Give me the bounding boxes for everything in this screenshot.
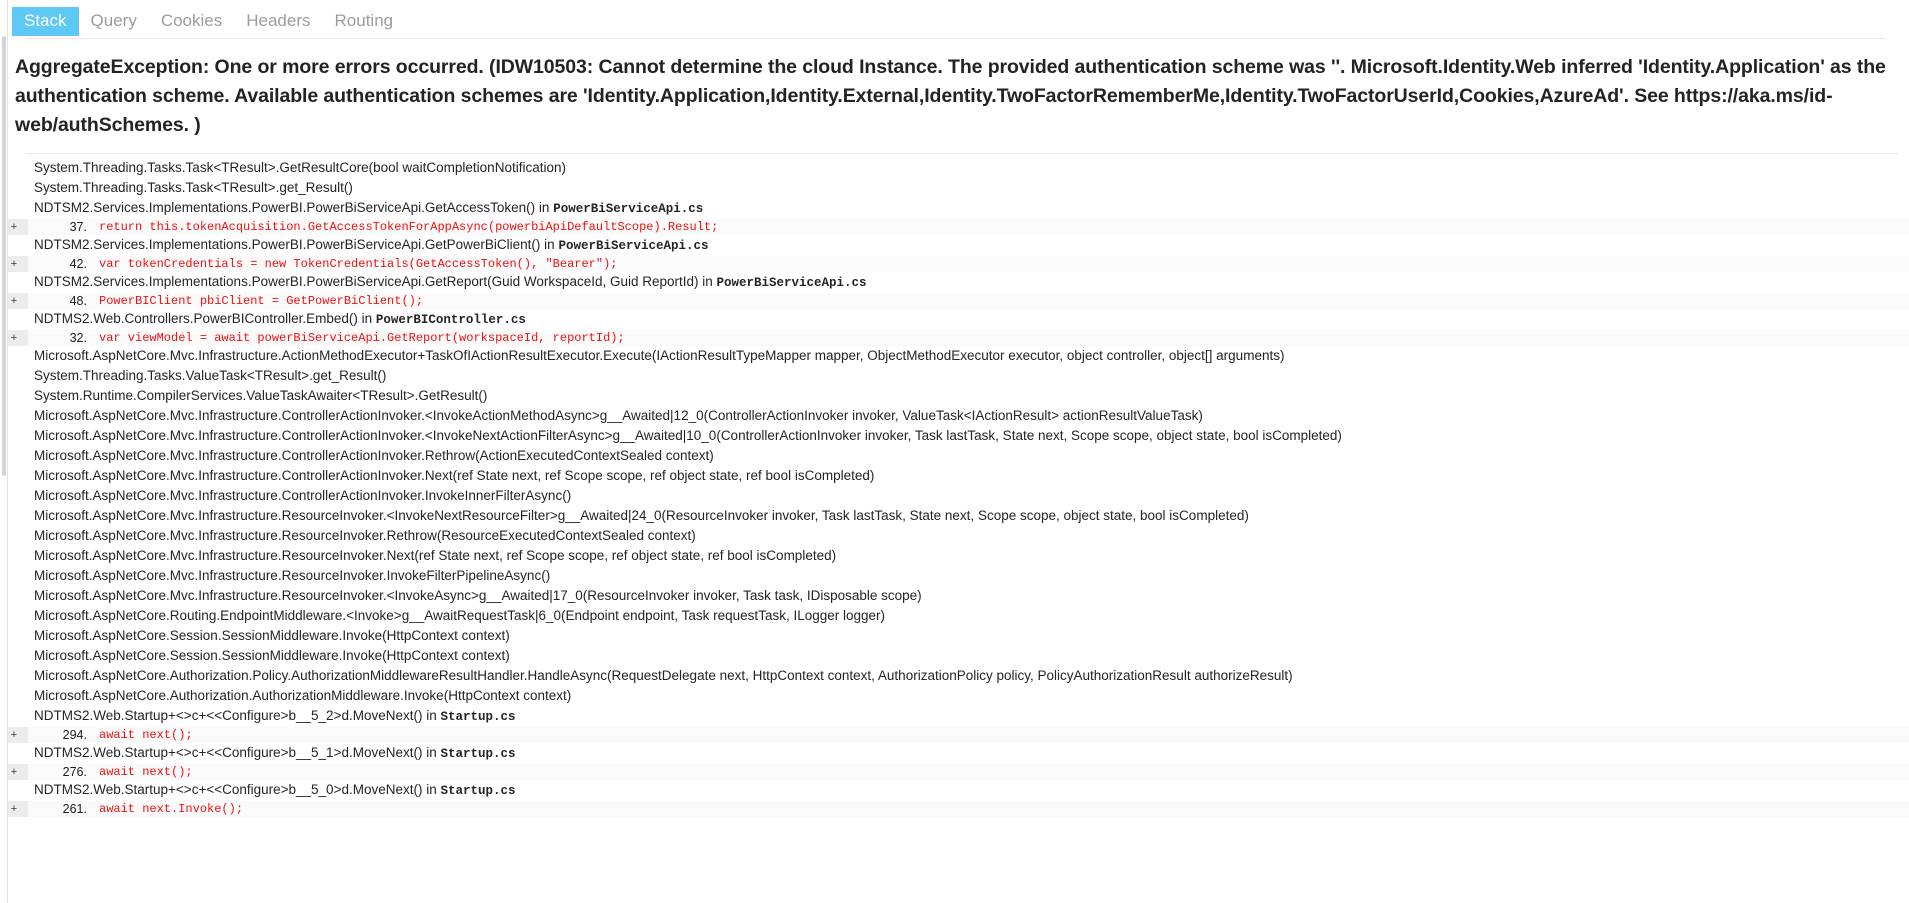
source-line-row[interactable]: +294. await next(); xyxy=(0,727,1909,743)
stack-frame-file: PowerBiServiceApi.cs xyxy=(716,276,867,290)
source-line-row[interactable]: +37. return this.tokenAcquisition.GetAcce… xyxy=(0,219,1909,235)
stack-frame-method: Microsoft.AspNetCore.Mvc.Infrastructure.… xyxy=(34,548,837,563)
stack-frame-method: Microsoft.AspNetCore.Mvc.Infrastructure.… xyxy=(34,348,1285,363)
stack-frame-method: NDTMS2.Web.Startup+<>c+<<Configure>b__5_… xyxy=(34,708,441,723)
stack-frame: Microsoft.AspNetCore.Mvc.Infrastructure.… xyxy=(0,346,1909,366)
page-scroll-gutter[interactable] xyxy=(0,0,8,903)
source-line-code: var tokenCredentials = new TokenCredenti… xyxy=(93,256,1909,272)
source-line-code: await next.Invoke(); xyxy=(93,801,1909,817)
source-line-number: 37. xyxy=(29,219,93,235)
stack-frame: Microsoft.AspNetCore.Routing.EndpointMid… xyxy=(0,606,1909,626)
source-line-code: await next(); xyxy=(93,727,1909,743)
source-line-row[interactable]: +276. await next(); xyxy=(0,764,1909,780)
stack-frame-file: Startup.cs xyxy=(440,710,516,724)
stack-frame-method: Microsoft.AspNetCore.Mvc.Infrastructure.… xyxy=(34,468,875,483)
source-line-row[interactable]: +261. await next.Invoke(); xyxy=(0,801,1909,817)
stack-frame-method: System.Runtime.CompilerServices.ValueTas… xyxy=(34,388,488,403)
stack-frame: Microsoft.AspNetCore.Mvc.Infrastructure.… xyxy=(0,466,1909,486)
stack-frame: NDTMS2.Web.Startup+<>c+<<Configure>b__5_… xyxy=(0,706,1909,727)
tab-stack[interactable]: Stack xyxy=(12,7,79,36)
stack-frame-file: PowerBIController.cs xyxy=(375,313,526,327)
tab-routing[interactable]: Routing xyxy=(323,7,406,36)
stack-frame-method: NDTSM2.Services.Implementations.PowerBI.… xyxy=(34,274,717,289)
stack-frame-method: Microsoft.AspNetCore.Mvc.Infrastructure.… xyxy=(34,428,1342,443)
stack-frame-method: System.Threading.Tasks.Task<TResult>.Get… xyxy=(34,160,566,175)
source-line-number: 276. xyxy=(29,764,93,780)
stack-frame-method: Microsoft.AspNetCore.Mvc.Infrastructure.… xyxy=(34,528,696,543)
stack-frame: Microsoft.AspNetCore.Mvc.Infrastructure.… xyxy=(0,406,1909,426)
tab-query[interactable]: Query xyxy=(79,7,149,36)
stack-frame: Microsoft.AspNetCore.Session.SessionMidd… xyxy=(0,646,1909,666)
stack-frame-file: PowerBiServiceApi.cs xyxy=(558,239,709,253)
stack-trace-list: System.Threading.Tasks.Task<TResult>.Get… xyxy=(0,154,1909,817)
scrollbar-thumb[interactable] xyxy=(2,36,6,476)
stack-frame: System.Threading.Tasks.Task<TResult>.get… xyxy=(0,178,1909,198)
stack-frame: NDTMS2.Web.Controllers.PowerBIController… xyxy=(0,309,1909,330)
stack-frame-method: Microsoft.AspNetCore.Mvc.Infrastructure.… xyxy=(34,408,1203,423)
tab-headers[interactable]: Headers xyxy=(234,7,322,36)
stack-frame-method: NDTSM2.Services.Implementations.PowerBI.… xyxy=(34,200,554,215)
stack-frame: Microsoft.AspNetCore.Session.SessionMidd… xyxy=(0,626,1909,646)
exception-headline: AggregateException: One or more errors o… xyxy=(15,56,1886,136)
stack-frame-method: NDTMS2.Web.Controllers.PowerBIController… xyxy=(34,311,376,326)
stack-frame: NDTSM2.Services.Implementations.PowerBI.… xyxy=(0,235,1909,256)
stack-frame-method: System.Threading.Tasks.ValueTask<TResult… xyxy=(34,368,387,383)
stack-frame-method: Microsoft.AspNetCore.Session.SessionMidd… xyxy=(34,648,510,663)
stack-frame: Microsoft.AspNetCore.Mvc.Infrastructure.… xyxy=(0,426,1909,446)
source-line-row[interactable]: +42. var tokenCredentials = new TokenCred… xyxy=(0,256,1909,272)
stack-frame: Microsoft.AspNetCore.Authorization.Autho… xyxy=(0,686,1909,706)
stack-frame-method: Microsoft.AspNetCore.Session.SessionMidd… xyxy=(34,628,510,643)
stack-frame-method: Microsoft.AspNetCore.Mvc.Infrastructure.… xyxy=(34,488,572,503)
stack-frame: NDTSM2.Services.Implementations.PowerBI.… xyxy=(0,272,1909,293)
stack-frame-method: System.Threading.Tasks.Task<TResult>.get… xyxy=(34,180,353,195)
source-line-row[interactable]: +48. PowerBIClient pbiClient = GetPowerBi… xyxy=(0,293,1909,309)
stack-frame: NDTSM2.Services.Implementations.PowerBI.… xyxy=(0,198,1909,219)
stack-frame: Microsoft.AspNetCore.Authorization.Polic… xyxy=(0,666,1909,686)
stack-frame-method: NDTSM2.Services.Implementations.PowerBI.… xyxy=(34,237,559,252)
stack-frame-method: NDTMS2.Web.Startup+<>c+<<Configure>b__5_… xyxy=(34,782,441,797)
tab-cookies[interactable]: Cookies xyxy=(149,7,234,36)
stack-frame: Microsoft.AspNetCore.Mvc.Infrastructure.… xyxy=(0,566,1909,586)
source-line-number: 261. xyxy=(29,801,93,817)
stack-frame-method: Microsoft.AspNetCore.Mvc.Infrastructure.… xyxy=(34,568,551,583)
stack-frame: Microsoft.AspNetCore.Mvc.Infrastructure.… xyxy=(0,506,1909,526)
stack-frame-method: Microsoft.AspNetCore.Mvc.Infrastructure.… xyxy=(34,588,922,603)
source-line-number: 32. xyxy=(29,330,93,346)
source-line-number: 48. xyxy=(29,293,93,309)
stack-frame-method: Microsoft.AspNetCore.Mvc.Infrastructure.… xyxy=(34,448,714,463)
source-line-code: return this.tokenAcquisition.GetAccessTo… xyxy=(93,219,1909,235)
source-line-code: var viewModel = await powerBiServiceApi.… xyxy=(93,330,1909,346)
stack-frame: Microsoft.AspNetCore.Mvc.Infrastructure.… xyxy=(0,586,1909,606)
stack-frame-file: Startup.cs xyxy=(440,784,516,798)
stack-frame: Microsoft.AspNetCore.Mvc.Infrastructure.… xyxy=(0,546,1909,566)
source-line-code: await next(); xyxy=(93,764,1909,780)
stack-frame: Microsoft.AspNetCore.Mvc.Infrastructure.… xyxy=(0,446,1909,466)
stack-frame-file: PowerBiServiceApi.cs xyxy=(553,202,704,216)
stack-frame-method: Microsoft.AspNetCore.Authorization.Polic… xyxy=(34,668,1293,683)
stack-frame: NDTMS2.Web.Startup+<>c+<<Configure>b__5_… xyxy=(0,780,1909,801)
source-line-row[interactable]: +32. var viewModel = await powerBiService… xyxy=(0,330,1909,346)
stack-frame-method: Microsoft.AspNetCore.Authorization.Autho… xyxy=(34,688,572,703)
stack-frame: Microsoft.AspNetCore.Mvc.Infrastructure.… xyxy=(0,486,1909,506)
stack-frame: System.Runtime.CompilerServices.ValueTas… xyxy=(0,386,1909,406)
stack-frame: System.Threading.Tasks.Task<TResult>.Get… xyxy=(0,158,1909,178)
stack-frame: Microsoft.AspNetCore.Mvc.Infrastructure.… xyxy=(0,526,1909,546)
stack-frame-file: Startup.cs xyxy=(440,747,516,761)
source-line-code: PowerBIClient pbiClient = GetPowerBiClie… xyxy=(93,293,1909,309)
stack-frame: System.Threading.Tasks.ValueTask<TResult… xyxy=(0,366,1909,386)
stack-frame-method: Microsoft.AspNetCore.Mvc.Infrastructure.… xyxy=(34,508,1249,523)
stack-frame-method: NDTMS2.Web.Startup+<>c+<<Configure>b__5_… xyxy=(34,745,441,760)
stack-frame: NDTMS2.Web.Startup+<>c+<<Configure>b__5_… xyxy=(0,743,1909,764)
source-line-number: 294. xyxy=(29,727,93,743)
stack-frame-method: Microsoft.AspNetCore.Routing.EndpointMid… xyxy=(34,608,886,623)
source-line-number: 42. xyxy=(29,256,93,272)
exception-tab-bar: Stack Query Cookies Headers Routing xyxy=(0,0,1909,36)
